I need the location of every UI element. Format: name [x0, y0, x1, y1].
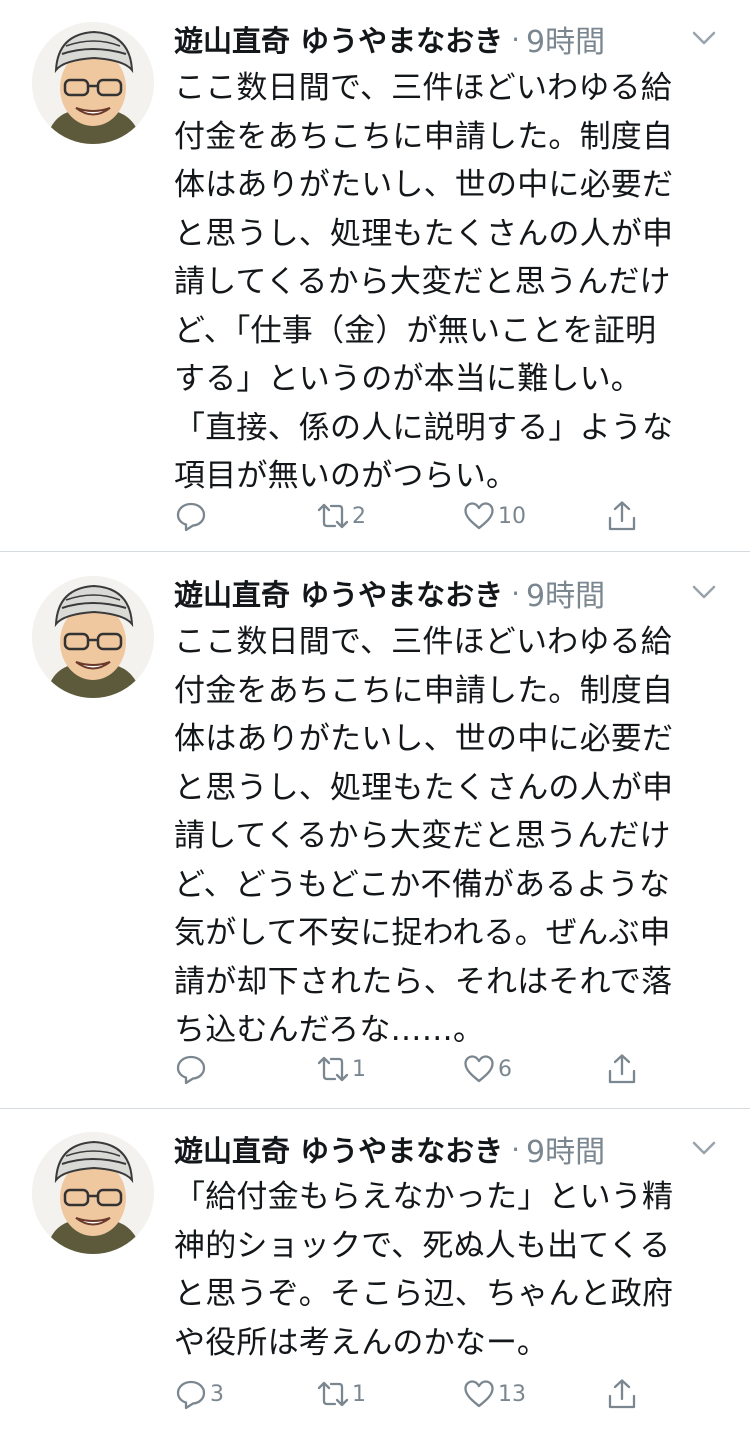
separator-dot: ·: [511, 22, 521, 56]
reply-button[interactable]: 3: [174, 1374, 224, 1414]
chevron-down-icon[interactable]: [686, 577, 722, 607]
retweet-icon: [317, 503, 349, 529]
like-button[interactable]: 13: [462, 1374, 526, 1414]
share-icon: [608, 1054, 636, 1084]
avatar[interactable]: [32, 1132, 154, 1254]
tweet-text: ここ数日間で、三件ほどいわゆる給 付金をあちこちに申請した。制度自 体はありがた…: [174, 70, 674, 494]
reply-icon: [176, 1055, 206, 1085]
share-icon: [608, 1379, 636, 1409]
like-count: 10: [498, 503, 526, 529]
tweet-header: 遊山直奇 ゆうやまなおき · 9時間: [174, 571, 730, 615]
author-name[interactable]: 遊山直奇 ゆうやまなおき: [174, 572, 503, 614]
retweet-count: 1: [352, 1056, 366, 1082]
separator-dot: ·: [511, 1132, 521, 1166]
heart-icon: [464, 502, 494, 530]
like-count: 13: [498, 1381, 526, 1407]
like-count: 6: [498, 1056, 512, 1082]
share-icon: [608, 501, 636, 531]
heart-icon: [464, 1380, 494, 1408]
retweet-icon: [317, 1381, 349, 1407]
retweet-count: 2: [352, 503, 366, 529]
timeline: 遊山直奇 ゆうやまなおき · 9時間 ここ数日間で、三件ほどいわゆる給 付金をあ…: [0, 0, 750, 1430]
share-button[interactable]: [605, 1374, 639, 1414]
chevron-down-icon[interactable]: [686, 1133, 722, 1163]
heart-icon: [464, 1055, 494, 1083]
author-name[interactable]: 遊山直奇 ゆうやまなおき: [174, 1128, 503, 1170]
tweet-text: ここ数日間で、三件ほどいわゆる給 付金をあちこちに申請した。制度自 体はありがた…: [174, 624, 674, 1048]
share-button[interactable]: [605, 496, 639, 536]
chevron-down-icon[interactable]: [686, 23, 722, 53]
avatar[interactable]: [32, 22, 154, 144]
like-button[interactable]: 10: [462, 496, 526, 536]
reply-button[interactable]: [174, 1049, 210, 1089]
reply-button[interactable]: [174, 496, 210, 536]
retweet-button[interactable]: 1: [316, 1374, 366, 1414]
reply-icon: [176, 502, 206, 532]
tweet[interactable]: 遊山直奇 ゆうやまなおき · 9時間 ここ数日間で、三件ほどいわゆる給 付金をあ…: [0, 552, 750, 1108]
avatar[interactable]: [32, 576, 154, 698]
retweet-button[interactable]: 2: [316, 496, 366, 536]
separator-dot: ·: [511, 576, 521, 610]
tweet-header: 遊山直奇 ゆうやまなおき · 9時間: [174, 1127, 730, 1171]
timestamp[interactable]: 9時間: [526, 1127, 605, 1171]
author-name[interactable]: 遊山直奇 ゆうやまなおき: [174, 18, 503, 60]
tweet-header: 遊山直奇 ゆうやまなおき · 9時間: [174, 17, 730, 61]
timestamp[interactable]: 9時間: [526, 571, 605, 615]
like-button[interactable]: 6: [462, 1049, 512, 1089]
retweet-icon: [317, 1056, 349, 1082]
tweet[interactable]: 遊山直奇 ゆうやまなおき · 9時間 ここ数日間で、三件ほどいわゆる給 付金をあ…: [0, 0, 750, 552]
retweet-button[interactable]: 1: [316, 1049, 366, 1089]
tweet-actions: 2 10: [174, 496, 694, 536]
retweet-count: 1: [352, 1381, 366, 1407]
share-button[interactable]: [605, 1049, 639, 1089]
reply-count: 3: [210, 1381, 224, 1407]
reply-icon: [176, 1380, 206, 1410]
tweet-text: 「給付金もらえなかった」という精 神的ショックで、死ぬ人も出てくる と思うぞ。そ…: [174, 1179, 674, 1361]
tweet[interactable]: 遊山直奇 ゆうやまなおき · 9時間 「給付金もらえなかった」という精 神的ショ…: [0, 1109, 750, 1430]
tweet-actions: 3 1 13: [174, 1374, 694, 1414]
tweet-actions: 1 6: [174, 1049, 694, 1089]
timestamp[interactable]: 9時間: [526, 17, 605, 61]
